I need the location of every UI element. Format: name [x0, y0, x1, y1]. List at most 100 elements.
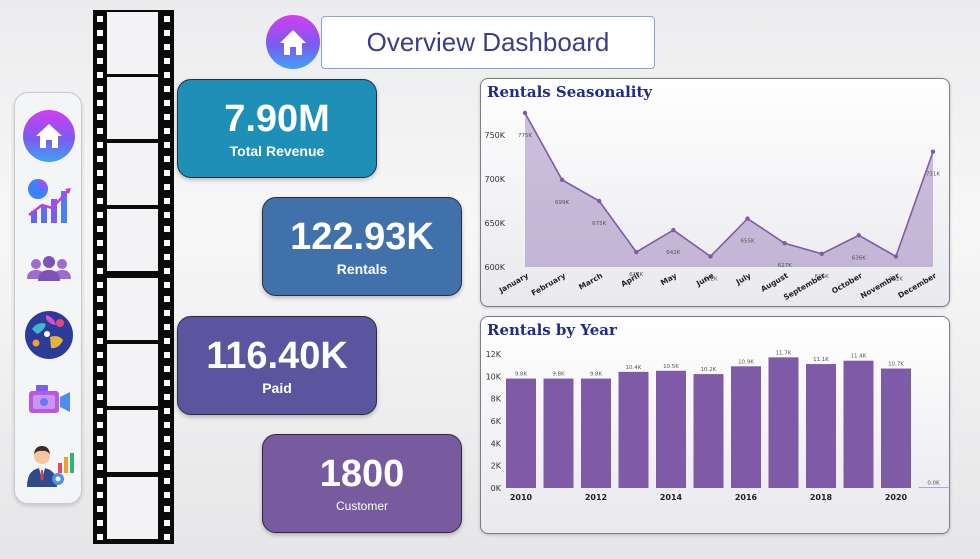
- film-sprocket-hole: [164, 268, 170, 274]
- film-sprocket-hole: [164, 380, 170, 386]
- film-sprocket-hole: [97, 240, 103, 246]
- nav-customers-button[interactable]: [22, 241, 76, 295]
- x-tick-label: 2012: [585, 493, 607, 502]
- data-label: 10.9K: [738, 359, 754, 365]
- nav-staff-button[interactable]: [22, 439, 76, 493]
- film-sprocket-hole: [97, 184, 103, 190]
- nav-home-button[interactable]: [22, 109, 76, 163]
- film-sprocket-hole: [97, 142, 103, 148]
- y-tick-label: 0K: [491, 484, 502, 493]
- film-sprocket-hole: [97, 408, 103, 414]
- y-tick-label: 10K: [486, 372, 502, 381]
- film-sprocket-hole: [97, 198, 103, 204]
- film-sprocket-hole: [164, 408, 170, 414]
- film-sprocket-hole: [164, 464, 170, 470]
- film-frame: [107, 410, 158, 472]
- data-label: 11.1K: [813, 357, 829, 363]
- film-sprocket-hole: [164, 58, 170, 64]
- bar: [581, 378, 611, 488]
- film-sprocket-hole: [97, 44, 103, 50]
- x-tick-label: June: [694, 271, 715, 289]
- x-tick-label: February: [530, 271, 567, 298]
- film-sprocket-hole: [164, 478, 170, 484]
- film-sprocket-hole: [164, 534, 170, 540]
- seasonality-chart-title: Rentals Seasonality: [487, 83, 653, 101]
- film-sprocket-hole: [164, 506, 170, 512]
- header-home-button[interactable]: [266, 15, 320, 69]
- globe-icon: [25, 311, 73, 359]
- bar: [731, 366, 761, 488]
- film-sprocket-hole: [164, 394, 170, 400]
- kpi-rentals-label: Rentals: [336, 260, 388, 277]
- kpi-revenue-value: 7.90M: [224, 97, 330, 140]
- data-label: 11.4K: [851, 354, 867, 360]
- year-chart-title: Rentals by Year: [487, 321, 617, 339]
- film-frame: [107, 143, 158, 205]
- kpi-revenue-label: Total Revenue: [229, 142, 325, 159]
- film-sprocket-hole: [164, 338, 170, 344]
- kpi-rentals-value: 122.93K: [290, 215, 434, 258]
- y-tick-label: 6K: [491, 417, 502, 426]
- kpi-card-revenue: 7.90M Total Revenue: [177, 79, 377, 178]
- film-sprocket-hole: [97, 464, 103, 470]
- film-frame: [107, 278, 158, 340]
- film-sprocket-hole: [97, 100, 103, 106]
- data-point: [819, 251, 824, 256]
- film-sprocket-hole: [164, 324, 170, 330]
- sidebar-nav: [14, 92, 82, 504]
- x-tick-label: March: [577, 271, 604, 292]
- x-tick-label: November: [859, 271, 901, 301]
- data-label: 636K: [852, 255, 866, 261]
- bar: [693, 374, 724, 488]
- camera-icon: [29, 385, 70, 413]
- data-label: 9.8K: [552, 372, 565, 378]
- film-sprocket-hole: [164, 450, 170, 456]
- x-tick-label: 2010: [510, 493, 533, 502]
- data-label: 10.7K: [888, 362, 904, 368]
- seasonality-chart: 600K650K700K750K 775K699K675K617K642K612K…: [484, 110, 940, 302]
- nav-analytics-button[interactable]: [22, 175, 76, 229]
- data-point: [596, 198, 602, 204]
- y-tick-label: 700K: [484, 175, 505, 184]
- film-sprocket-hole: [97, 16, 103, 22]
- film-sprocket-hole: [97, 296, 103, 302]
- data-label: 655K: [740, 239, 754, 245]
- film-sprocket-hole: [164, 30, 170, 36]
- bar: [881, 368, 911, 488]
- x-tick-label: April: [619, 271, 641, 289]
- data-label: 10.2K: [701, 367, 717, 373]
- chart-icon: [28, 179, 71, 223]
- film-sprocket-hole: [164, 436, 170, 442]
- film-sprocket-hole: [164, 114, 170, 120]
- film-sprocket-hole: [164, 520, 170, 526]
- y-tick-label: 12K: [486, 350, 502, 359]
- people-icon: [27, 256, 71, 281]
- x-tick-label: May: [659, 271, 678, 287]
- film-sprocket-hole: [97, 534, 103, 540]
- data-point: [745, 216, 750, 221]
- y-tick-label: 750K: [484, 131, 505, 140]
- bar: [918, 487, 949, 488]
- film-sprocket-hole: [164, 156, 170, 162]
- data-label: 11.7K: [776, 350, 792, 356]
- data-label: 10.4K: [626, 365, 642, 371]
- film-sprocket-hole: [164, 492, 170, 498]
- bar: [618, 371, 649, 488]
- nav-films-button[interactable]: [22, 373, 76, 427]
- y-tick-label: 4K: [491, 439, 502, 448]
- data-point: [930, 149, 936, 154]
- data-label: 775K: [518, 133, 532, 139]
- film-sprocket-hole: [164, 296, 170, 302]
- bar: [543, 378, 574, 488]
- x-tick-label: January: [497, 271, 530, 295]
- film-sprocket-hole: [97, 366, 103, 372]
- film-frame: [107, 12, 158, 74]
- film-sprocket-hole: [97, 394, 103, 400]
- year-chart: 0K 2K 4K 6K 8K 10K 12K 9.8K 9.8K 9.8K 10.4K 10.5K 10…: [486, 350, 949, 502]
- data-point: [559, 177, 565, 183]
- y-tick-label: 2K: [491, 462, 502, 471]
- nav-locations-button[interactable]: [22, 307, 76, 361]
- film-sprocket-hole: [164, 226, 170, 232]
- home-icon: [280, 30, 306, 55]
- y-tick-label: 650K: [484, 219, 505, 228]
